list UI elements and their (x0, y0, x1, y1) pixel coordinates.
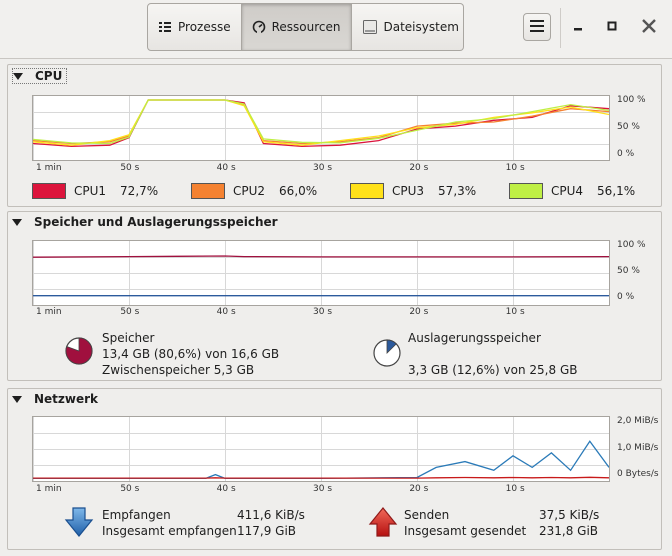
swap-usage: 3,3 GB (12,6%) von 25,8 GB (408, 363, 578, 377)
x-tick-label: 50 s (120, 163, 140, 173)
x-tick-label: 40 s (216, 307, 236, 317)
swap-pie-icon[interactable] (372, 338, 402, 371)
send-total-value: 231,8 GiB (539, 524, 599, 538)
view-switcher: Prozesse Ressourcen Dateisystem (147, 3, 464, 53)
y-tick: 50 % (617, 122, 640, 132)
receive-total-label: Insgesamt empfangen (102, 524, 237, 538)
receive-total-value: 117,9 GiB (237, 524, 297, 538)
legend-label: CPU3 (392, 184, 425, 198)
legend-cpu3[interactable]: CPU3 57,3% (350, 183, 476, 199)
y-tick: 2,0 MiB/s (617, 416, 659, 426)
x-tick-label: 20 s (409, 163, 429, 173)
swap-info: Auslagerungsspeicher 3,3 GB (12,6%) von … (408, 330, 577, 378)
network-title: Netzwerk (34, 392, 99, 406)
tab-dateisystem[interactable]: Dateisystem (351, 3, 464, 51)
tab-label: Dateisystem (383, 20, 459, 34)
x-tick-label: 20 s (409, 484, 429, 494)
legend-value: 66,0% (279, 184, 318, 198)
tab-label: Prozesse (178, 20, 231, 34)
x-tick-label: 20 s (409, 307, 429, 317)
y-tick: 0 % (617, 292, 635, 302)
legend-cpu4[interactable]: CPU4 56,1% (509, 183, 635, 199)
send-value: 37,5 KiB/s (539, 508, 600, 522)
legend-cpu2[interactable]: CPU2 66,0% (191, 183, 317, 199)
legend-value: 72,7% (120, 184, 159, 198)
send-stats: Senden 37,5 KiB/s Insgesamt gesendet 231… (404, 507, 619, 539)
ram-cache: Zwischenspeicher 5,3 GB (102, 363, 255, 377)
x-tick-label: 1 min (36, 307, 62, 317)
ram-info: Speicher 13,4 GB (80,6%) von 16,6 GB Zwi… (102, 330, 279, 378)
memory-graph (32, 240, 610, 306)
x-tick-label: 10 s (505, 307, 525, 317)
y-tick: 50 % (617, 266, 640, 276)
maximize-button[interactable] (599, 14, 625, 40)
x-tick-label: 30 s (313, 484, 333, 494)
y-tick: 100 % (617, 240, 646, 250)
cpu-title: CPU (35, 69, 63, 83)
minimize-icon (573, 20, 583, 34)
y-tick: 0 Bytes/s (617, 469, 659, 479)
maximize-icon (607, 20, 617, 34)
network-graph (32, 416, 610, 482)
x-tick-label: 50 s (120, 484, 140, 494)
expander-arrow-icon (13, 72, 23, 80)
tab-label: Ressourcen (271, 20, 341, 34)
legend-label: CPU4 (551, 184, 584, 198)
list-icon (158, 20, 172, 34)
y-tick: 0 % (617, 149, 635, 159)
x-tick-label: 40 s (216, 163, 236, 173)
x-axis: 1 min 50 s 40 s 30 s 20 s 10 s (32, 163, 610, 177)
swap-label: Auslagerungsspeicher (408, 331, 541, 345)
close-icon (641, 18, 657, 37)
x-axis: 1 min 50 s 40 s 30 s 20 s 10 s (32, 307, 610, 321)
x-tick-label: 30 s (313, 163, 333, 173)
legend-value: 57,3% (438, 184, 477, 198)
y-tick: 100 % (617, 95, 646, 105)
cpu-expander[interactable]: CPU (12, 68, 68, 84)
upload-arrow-icon (368, 506, 398, 541)
x-tick-label: 50 s (120, 307, 140, 317)
close-button[interactable] (636, 14, 662, 40)
tab-prozesse[interactable]: Prozesse (147, 3, 242, 51)
x-tick-label: 10 s (505, 484, 525, 494)
memory-expander[interactable]: Speicher und Auslagerungsspeicher (12, 215, 278, 229)
receive-value: 411,6 KiB/s (237, 508, 305, 522)
legend-cpu1[interactable]: CPU1 72,7% (32, 183, 158, 199)
ram-pie-icon[interactable] (64, 336, 94, 369)
y-tick: 1,0 MiB/s (617, 443, 659, 453)
expander-arrow-icon (12, 395, 22, 403)
download-arrow-icon (64, 506, 94, 541)
legend-label: CPU1 (74, 184, 107, 198)
send-total-label: Insgesamt gesendet (404, 524, 527, 538)
legend-label: CPU2 (233, 184, 266, 198)
header-separator (560, 8, 561, 48)
color-swatch[interactable] (32, 183, 66, 199)
network-expander[interactable]: Netzwerk (12, 392, 98, 406)
x-tick-label: 30 s (313, 307, 333, 317)
ram-usage: 13,4 GB (80,6%) von 16,6 GB (102, 347, 280, 361)
memory-title: Speicher und Auslagerungsspeicher (34, 215, 278, 229)
receive-label: Empfangen (102, 508, 171, 522)
minimize-button[interactable] (565, 14, 591, 40)
menu-button[interactable] (523, 13, 551, 41)
color-swatch[interactable] (191, 183, 225, 199)
x-tick-label: 10 s (505, 163, 525, 173)
x-tick-label: 40 s (216, 484, 236, 494)
color-swatch[interactable] (350, 183, 384, 199)
drive-icon (362, 19, 378, 35)
legend-value: 56,1% (597, 184, 636, 198)
hamburger-icon (530, 19, 544, 35)
send-label: Senden (404, 508, 450, 522)
gauge-icon (252, 20, 266, 34)
cpu-graph (32, 95, 610, 161)
x-tick-label: 1 min (36, 484, 62, 494)
expander-arrow-icon (12, 218, 22, 226)
x-tick-label: 1 min (36, 163, 62, 173)
ram-label: Speicher (102, 331, 155, 345)
receive-stats: Empfangen 411,6 KiB/s Insgesamt empfange… (102, 507, 317, 539)
color-swatch[interactable] (509, 183, 543, 199)
x-axis: 1 min 50 s 40 s 30 s 20 s 10 s (32, 484, 610, 498)
tab-ressourcen[interactable]: Ressourcen (241, 3, 352, 51)
